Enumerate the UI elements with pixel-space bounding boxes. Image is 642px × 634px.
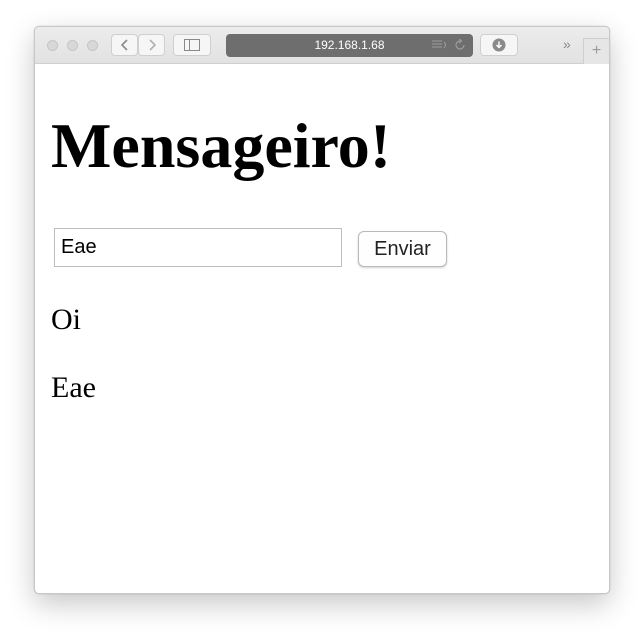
download-icon — [492, 38, 506, 52]
forward-button[interactable] — [138, 34, 165, 56]
sidebar-button[interactable] — [173, 34, 211, 56]
page-content: Mensageiro! Enviar Oi Eae — [35, 64, 609, 593]
sidebar-icon — [184, 39, 200, 51]
address-bar[interactable]: 192.168.1.68 — [226, 34, 473, 57]
browser-window: 192.168.1.68 » + Mensageiro! Eae Enviar … — [34, 26, 610, 594]
reader-icon[interactable] — [431, 39, 449, 51]
chevron-double-right-icon[interactable]: » — [563, 35, 571, 53]
chevron-left-icon — [120, 39, 128, 51]
new-tab-button[interactable]: + — [583, 38, 609, 64]
chevron-right-icon — [148, 39, 156, 51]
message-input[interactable] — [54, 228, 342, 267]
message-item: Eae — [51, 371, 96, 404]
zoom-window-button[interactable] — [87, 40, 98, 51]
plus-icon: + — [591, 42, 602, 59]
close-window-button[interactable] — [47, 40, 58, 51]
browser-toolbar: 192.168.1.68 » + — [35, 27, 609, 64]
back-button[interactable] — [111, 34, 138, 56]
reload-icon[interactable] — [454, 39, 466, 51]
page-title: Mensageiro! — [51, 110, 392, 181]
message-item: Oi — [51, 303, 81, 336]
minimize-window-button[interactable] — [67, 40, 78, 51]
downloads-button[interactable] — [480, 34, 518, 56]
send-button[interactable]: Enviar — [358, 231, 447, 267]
